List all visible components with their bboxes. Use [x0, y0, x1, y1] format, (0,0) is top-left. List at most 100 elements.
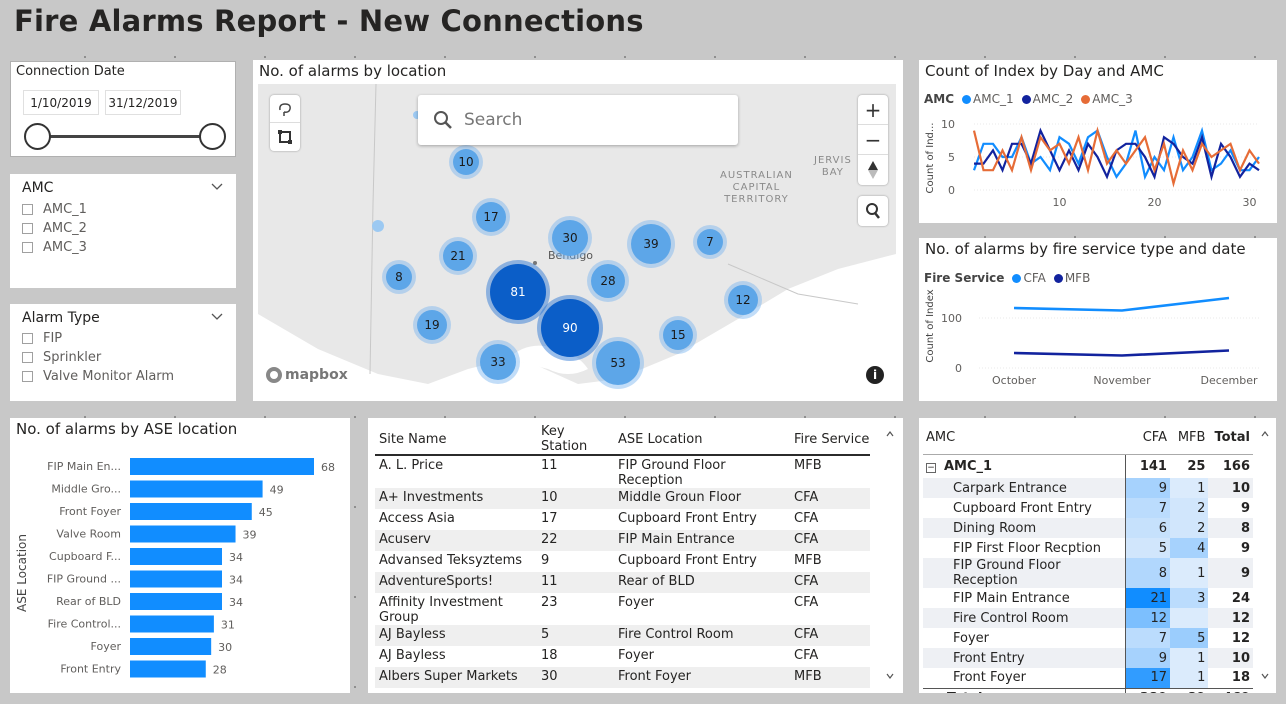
checkbox-icon[interactable] [22, 371, 33, 382]
bar[interactable] [130, 615, 214, 633]
matrix-row[interactable]: FIP Main Entrance 21 3 24 [923, 588, 1253, 608]
map-cluster[interactable]: 90 [541, 299, 599, 357]
table-row[interactable]: Affinity Investment Group 23 Foyer CFA [375, 593, 870, 625]
alarm-option-fip[interactable]: FIP [22, 331, 62, 346]
bar[interactable] [130, 638, 212, 655]
table-row[interactable]: Albers Super Markets 30 Front Foyer MFB [375, 667, 870, 688]
map-cluster[interactable]: 10 [453, 149, 479, 175]
zoom-in-icon[interactable]: + [858, 95, 888, 125]
checkbox-icon[interactable] [22, 333, 33, 344]
table-header-0[interactable]: Site Name [375, 424, 537, 456]
alarm-option-label: FIP [43, 331, 63, 346]
date-range-start-handle[interactable] [24, 123, 51, 150]
bar[interactable] [130, 548, 222, 565]
bar[interactable] [130, 525, 236, 543]
checkbox-icon[interactable] [22, 242, 33, 253]
table-scrollbar[interactable] [885, 430, 895, 680]
matrix-group-name[interactable]: − AMC_1 [923, 454, 1125, 478]
date-to-input[interactable]: 31/12/2019 [105, 90, 181, 115]
alarm-option-sprinkler[interactable]: Sprinkler [22, 350, 101, 365]
ase-location-bar-card: No. of alarms by ASE location ASE Locati… [10, 418, 350, 693]
checkbox-icon[interactable] [22, 204, 33, 215]
table-cell: Advansed Teksyztems [379, 553, 523, 568]
table-cell: MFB [794, 553, 822, 568]
table-row[interactable]: Access Asia 17 Cupboard Front Entry CFA [375, 509, 870, 530]
bar[interactable] [130, 593, 222, 610]
matrix-row-label: Foyer [923, 628, 1126, 648]
bar-category-label: Foyer [91, 640, 122, 653]
matrix-row[interactable]: Fire Control Room 12 12 [923, 608, 1253, 628]
checkbox-icon[interactable] [22, 352, 33, 363]
checkbox-icon[interactable] [22, 223, 33, 234]
map-search-box[interactable]: Search [418, 95, 738, 145]
map-canvas[interactable]: Bendigo AUSTRALIAN CAPITAL TERRITORY JER… [258, 84, 896, 395]
table-row[interactable]: A+ Investments 10 Middle Groun Floor CFA [375, 488, 870, 509]
map-cluster[interactable]: 53 [596, 341, 640, 385]
bar[interactable] [130, 458, 314, 475]
bar[interactable] [130, 480, 263, 498]
matrix-header-cfa[interactable]: CFA [1125, 422, 1170, 455]
map-cluster[interactable]: 33 [480, 344, 516, 380]
table-row[interactable]: Acuserv 22 FIP Main Entrance CFA [375, 530, 870, 551]
matrix-row[interactable]: Front Foyer 17 1 18 [923, 668, 1253, 688]
bar[interactable] [130, 503, 252, 520]
amc-option-1[interactable]: AMC_1 [22, 202, 87, 217]
matrix-row[interactable]: Foyer 7 5 12 [923, 628, 1253, 648]
chevron-down-icon[interactable] [210, 310, 224, 324]
zoom-out-icon[interactable]: − [858, 125, 888, 155]
matrix-row[interactable]: Cupboard Front Entry 7 2 9 [923, 498, 1253, 518]
legend-item-amc3[interactable]: AMC_3 [1081, 92, 1133, 106]
legend-item-amc1[interactable]: AMC_1 [962, 92, 1014, 106]
matrix-row[interactable]: Dining Room 6 2 8 [923, 518, 1253, 538]
table-row[interactable]: AdventureSports! 11 Rear of BLD CFA [375, 572, 870, 593]
table-cell: A+ Investments [375, 488, 537, 509]
legend-item-cfa[interactable]: CFA [1012, 271, 1046, 285]
map-cluster[interactable]: 30 [552, 220, 588, 256]
map-cluster[interactable]: 81 [490, 264, 546, 320]
matrix-row[interactable]: FIP First Floor Recption 5 4 9 [923, 538, 1253, 558]
matrix-row[interactable]: FIP Ground Floor Reception 8 1 9 [923, 558, 1253, 588]
collapse-icon[interactable]: − [926, 462, 936, 473]
map-cluster[interactable]: 7 [697, 229, 723, 255]
x-tick-label: October [992, 374, 1036, 387]
table-cell: Cupboard Front Entry [618, 553, 757, 568]
table-row[interactable]: AJ Bayless 5 Fire Control Room CFA [375, 625, 870, 646]
map-point[interactable] [372, 220, 384, 232]
matrix-row[interactable]: Carpark Entrance 9 1 10 [923, 478, 1253, 498]
date-range-end-handle[interactable] [199, 123, 226, 150]
table-row[interactable]: AJ Bayless 18 Foyer CFA [375, 646, 870, 667]
amc-option-3[interactable]: AMC_3 [22, 240, 87, 255]
table-header-2[interactable]: ASE Location [614, 424, 790, 456]
legend-item-amc2[interactable]: AMC_2 [1021, 92, 1073, 106]
matrix-group-row[interactable]: − AMC_1 141 25 166 [923, 454, 1253, 478]
bar[interactable] [130, 660, 206, 678]
map-cluster[interactable]: 15 [663, 320, 693, 350]
map-cluster[interactable]: 39 [631, 224, 671, 264]
matrix-row[interactable]: Front Entry 9 1 10 [923, 648, 1253, 668]
table-row[interactable]: Advansed Teksyztems 9 Cupboard Front Entry… [375, 551, 870, 572]
map-cluster[interactable]: 21 [443, 241, 473, 271]
zoom-fit-icon[interactable] [858, 196, 888, 226]
map-cluster[interactable]: 28 [591, 264, 625, 298]
matrix-header-total[interactable]: Total [1208, 422, 1253, 455]
matrix-header-amc[interactable]: AMC [923, 422, 1126, 455]
matrix-scrollbar[interactable] [1260, 430, 1270, 680]
date-from-input[interactable]: 1/10/2019 [23, 90, 99, 115]
bar[interactable] [130, 570, 222, 588]
map-cluster[interactable]: 17 [476, 202, 506, 232]
map-cluster[interactable]: 19 [417, 310, 447, 340]
legend-item-mfb[interactable]: MFB [1053, 271, 1090, 285]
table-header-3[interactable]: Fire Service [790, 424, 870, 456]
table-header-1[interactable]: Key Station [537, 424, 614, 456]
matrix-header-mfb[interactable]: MFB [1169, 422, 1209, 455]
alarm-option-valve[interactable]: Valve Monitor Alarm [22, 369, 174, 384]
chevron-down-icon[interactable] [210, 180, 224, 194]
map-cluster[interactable]: 8 [386, 264, 412, 290]
rect-select-icon[interactable] [270, 123, 300, 151]
info-icon[interactable]: i [866, 366, 884, 384]
lasso-icon[interactable] [270, 95, 300, 123]
table-row[interactable]: A. L. Price 11 FIP Ground Floor Reception M… [375, 455, 870, 488]
amc-option-2[interactable]: AMC_2 [22, 221, 87, 236]
map-cluster[interactable]: 12 [728, 285, 758, 315]
compass-icon[interactable] [858, 155, 888, 185]
